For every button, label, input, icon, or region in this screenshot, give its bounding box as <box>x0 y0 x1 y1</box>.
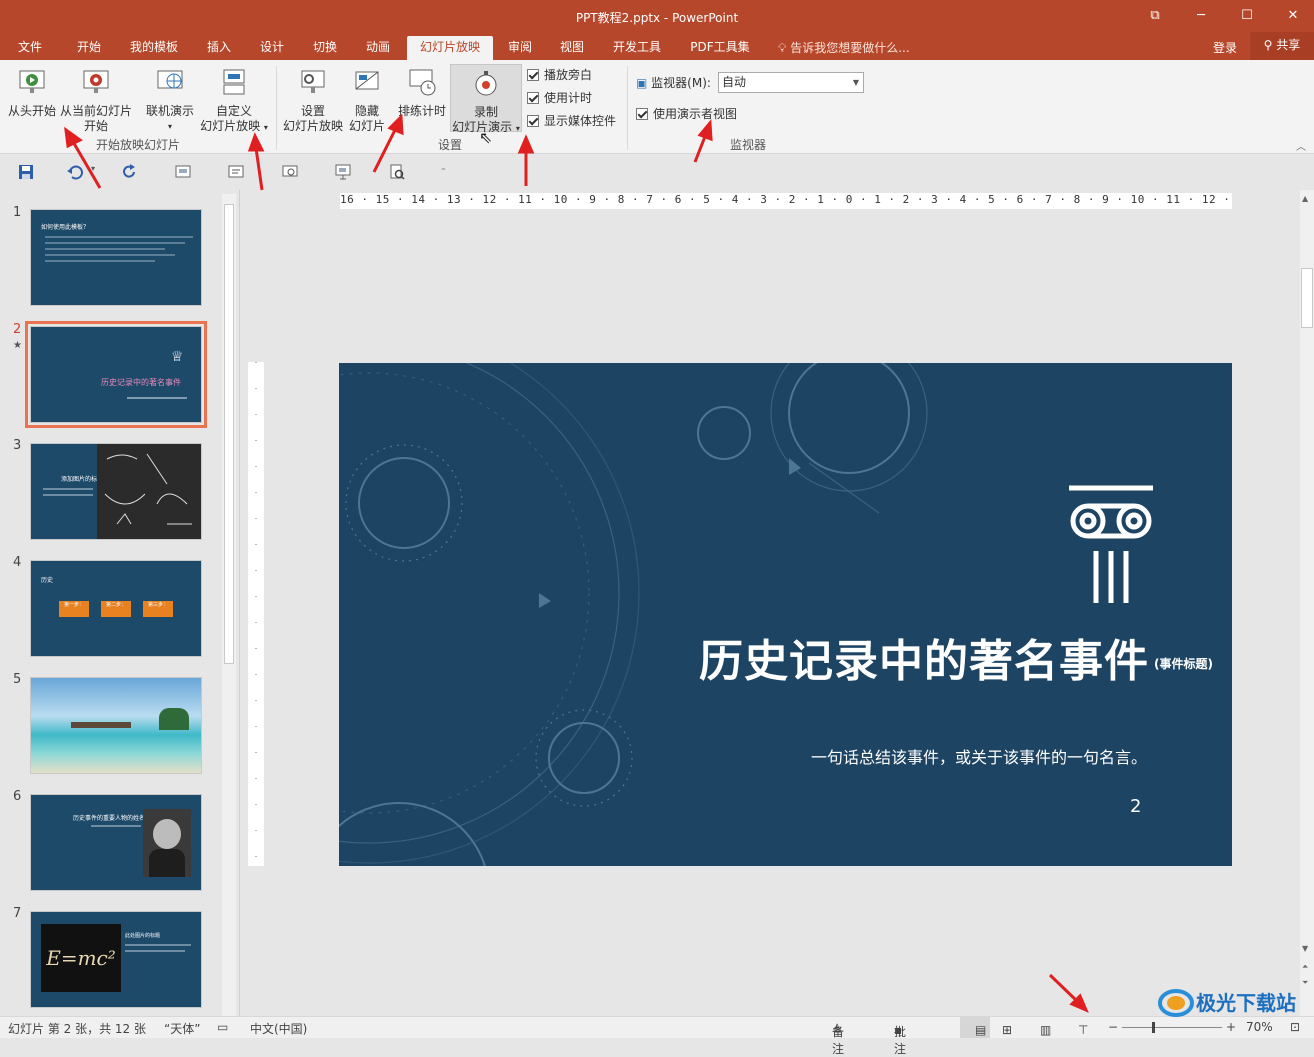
watermark-text: 极光下载站 <box>1196 991 1296 1015</box>
slide-sorter-icon: ⊞ <box>1002 1023 1013 1037</box>
slide-count-status[interactable]: 幻灯片 第 2 张，共 12 张 <box>8 1020 146 1037</box>
watermark-logo: 极光下载站 <box>1156 985 1306 1021</box>
spellcheck-icon[interactable]: ▭ <box>217 1020 228 1034</box>
fit-slide-icon[interactable]: ⊡ <box>1290 1020 1300 1034</box>
slideshow-view-icon: ⊤ <box>1078 1023 1089 1037</box>
theme-name-status: “天体” <box>164 1022 201 1036</box>
language-status[interactable]: 中文(中国) <box>250 1020 307 1037</box>
comments-label: 批注 <box>894 1025 907 1056</box>
zoom-slider[interactable] <box>1122 1027 1222 1028</box>
notes-label: 备注 <box>832 1025 845 1056</box>
normal-view-button[interactable]: ▤ <box>960 1017 990 1038</box>
zoom-in-button[interactable]: + <box>1226 1020 1236 1034</box>
status-bar: 幻灯片 第 2 张，共 12 张 “天体” ▭ 中文(中国) ≜ 备注 ▪ 批注… <box>0 1016 1314 1056</box>
watermark-swirl-icon <box>1158 989 1194 1017</box>
zoom-level[interactable]: 70% <box>1246 1020 1273 1034</box>
annotation-arrows <box>64 113 1089 1013</box>
zoom-out-button[interactable]: − <box>1108 1020 1118 1034</box>
zoom-slider-thumb[interactable] <box>1152 1022 1155 1033</box>
reading-view-icon: ▥ <box>1040 1023 1052 1037</box>
normal-view-icon: ▤ <box>975 1023 987 1037</box>
